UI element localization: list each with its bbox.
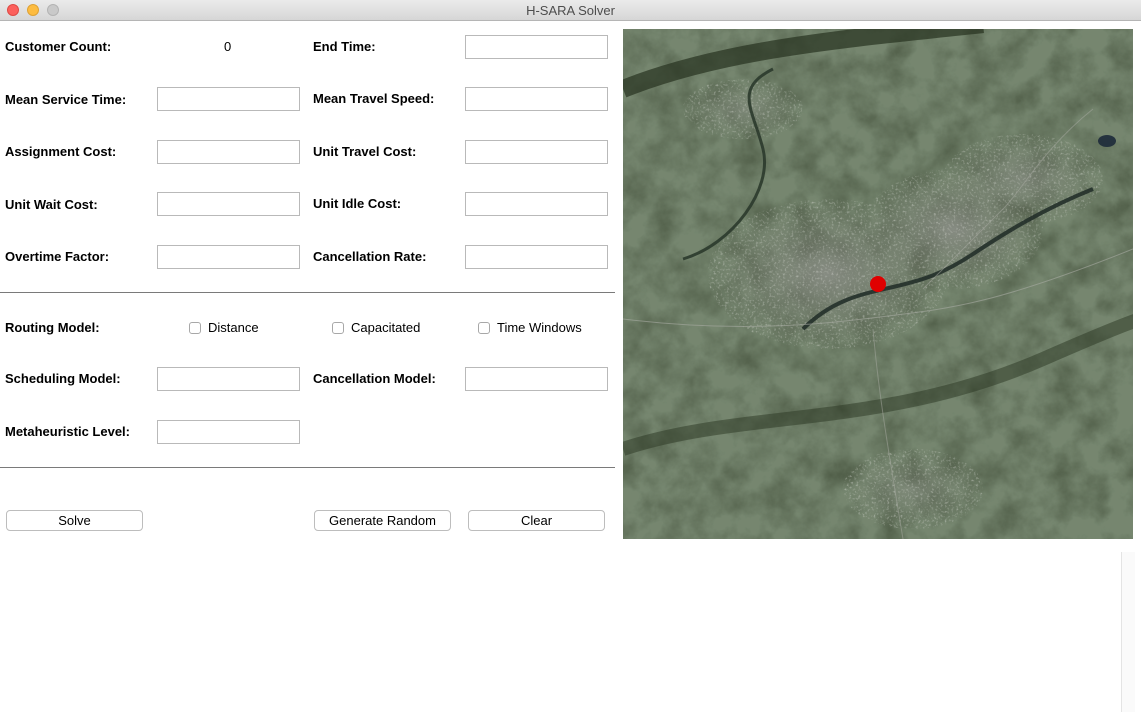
end-time-label: End Time:	[313, 39, 376, 54]
checkbox-box[interactable]	[332, 321, 344, 334]
distance-checkbox-label: Distance	[208, 320, 259, 335]
mean-service-time-input[interactable]	[157, 87, 300, 111]
assignment-cost-label: Assignment Cost:	[5, 144, 117, 159]
capacitated-checkbox-label: Capacitated	[351, 320, 421, 335]
cancellation-rate-input[interactable]	[465, 245, 608, 269]
section-divider	[0, 467, 615, 468]
customer-count-label: Customer Count:	[5, 39, 112, 54]
overtime-factor-input[interactable]	[157, 245, 300, 269]
vertical-scrollbar[interactable]	[1121, 552, 1135, 712]
time-windows-checkbox-label: Time Windows	[497, 320, 582, 335]
section-divider	[0, 292, 615, 293]
window-title: H-SARA Solver	[526, 3, 615, 18]
unit-travel-cost-label: Unit Travel Cost:	[313, 144, 417, 159]
unit-wait-cost-input[interactable]	[157, 192, 300, 216]
metaheuristic-level-label: Metaheuristic Level:	[5, 424, 130, 439]
cancellation-model-input[interactable]	[465, 367, 608, 391]
satellite-map-image	[623, 29, 1133, 539]
mean-service-time-label: Mean Service Time:	[5, 92, 127, 107]
capacitated-checkbox[interactable]: Capacitated	[332, 320, 420, 335]
satellite-map[interactable]	[623, 29, 1133, 539]
clear-button[interactable]: Clear	[468, 510, 605, 531]
generate-random-button[interactable]: Generate Random	[314, 510, 451, 531]
unit-idle-cost-input[interactable]	[465, 192, 608, 216]
cancellation-rate-label: Cancellation Rate:	[313, 249, 427, 264]
solve-button[interactable]: Solve	[6, 510, 143, 531]
mean-travel-speed-input[interactable]	[465, 87, 608, 111]
distance-checkbox[interactable]: Distance	[189, 320, 259, 335]
routing-model-label: Routing Model:	[5, 320, 100, 335]
checkbox-box[interactable]	[478, 321, 490, 334]
time-windows-checkbox[interactable]: Time Windows	[478, 320, 582, 335]
window-titlebar: H-SARA Solver	[0, 0, 1141, 21]
unit-wait-cost-label: Unit Wait Cost:	[5, 197, 98, 212]
cancellation-model-label: Cancellation Model:	[313, 371, 436, 386]
overtime-factor-label: Overtime Factor:	[5, 249, 110, 264]
checkbox-box[interactable]	[189, 321, 201, 334]
customer-count-value: 0	[224, 39, 232, 54]
end-time-input[interactable]	[465, 35, 608, 59]
metaheuristic-level-input[interactable]	[157, 420, 300, 444]
unit-travel-cost-input[interactable]	[465, 140, 608, 164]
assignment-cost-input[interactable]	[157, 140, 300, 164]
scheduling-model-label: Scheduling Model:	[5, 371, 121, 386]
mean-travel-speed-label: Mean Travel Speed:	[313, 91, 435, 106]
scheduling-model-input[interactable]	[157, 367, 300, 391]
location-marker[interactable]	[870, 276, 886, 292]
unit-idle-cost-label: Unit Idle Cost:	[313, 196, 402, 211]
